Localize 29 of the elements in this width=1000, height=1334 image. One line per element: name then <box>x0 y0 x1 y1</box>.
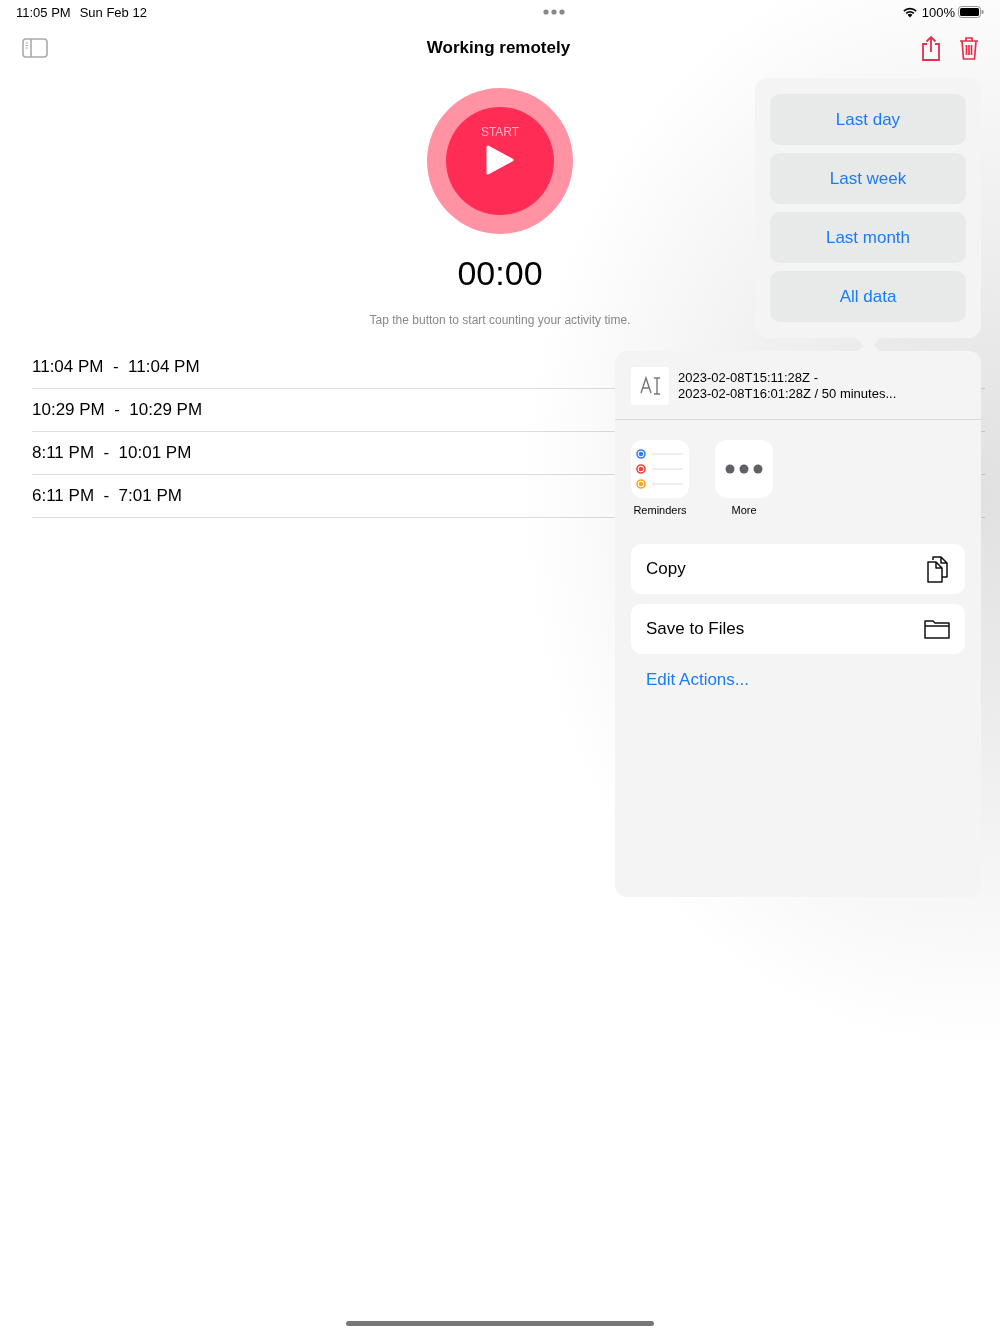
nav-title: Working remotely <box>425 38 572 58</box>
text-document-icon <box>631 367 669 405</box>
session-time-range[interactable]: 8:11 PM - 10:01 PM <box>32 443 192 463</box>
status-date: Sun Feb 12 <box>79 4 147 20</box>
session-time-range[interactable]: 6:11 PM - 7:01 PM <box>32 486 182 506</box>
trash-icon[interactable] <box>959 36 979 60</box>
multitasking-dots-icon[interactable] <box>543 9 566 15</box>
more-icon[interactable] <box>715 440 773 498</box>
app-label: More <box>731 504 757 516</box>
save-to-files-action[interactable]: Save to Files <box>631 604 965 654</box>
preview-text: 2023-02-08T16:01:28Z / 50 minutes... <box>678 386 897 402</box>
session-time-range[interactable]: 11:04 PM - 11:04 PM <box>32 357 200 377</box>
reminders-app-icon[interactable] <box>631 440 689 498</box>
session-time-range[interactable]: 10:29 PM - 10:29 PM <box>32 400 203 420</box>
battery-percent: 100% <box>921 4 955 20</box>
copy-action[interactable]: Copy <box>631 544 965 594</box>
share-icon[interactable] <box>921 35 941 61</box>
app-label: Reminders <box>633 504 687 516</box>
wifi-icon <box>901 6 918 18</box>
elapsed-time: 00:00 <box>457 254 543 293</box>
copy-icon <box>926 555 950 583</box>
preview-text: 2023-02-08T15:11:28Z - <box>678 370 819 386</box>
battery-icon <box>958 6 984 18</box>
status-time: 11:05 PM <box>16 4 71 20</box>
play-icon <box>486 145 514 175</box>
edit-actions-link[interactable]: Edit Actions... <box>646 670 749 690</box>
sidebar-toggle-icon[interactable] <box>22 38 48 58</box>
hint-text: Tap the button to start counting your activity time. <box>369 313 631 327</box>
folder-icon <box>924 619 950 639</box>
